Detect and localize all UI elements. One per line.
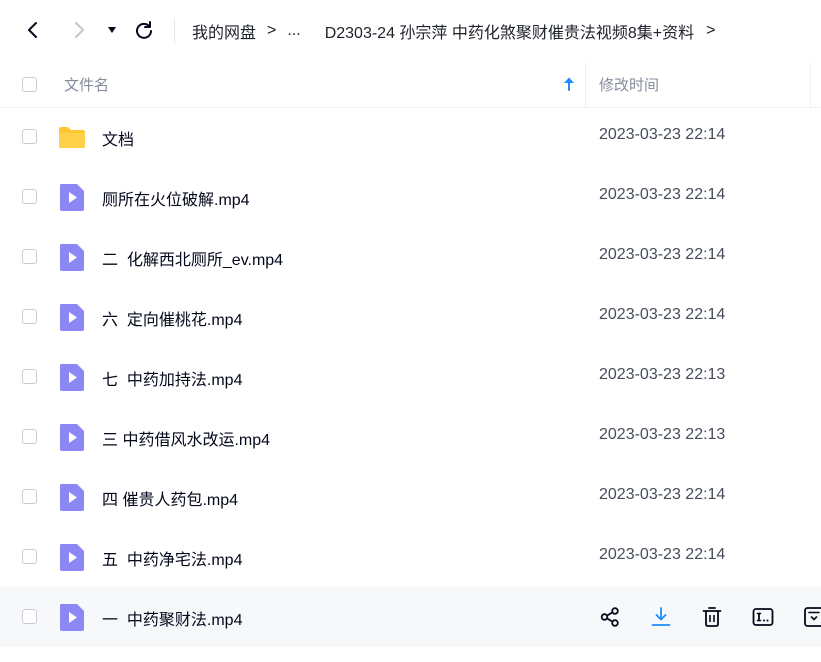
row-checkbox[interactable]	[22, 129, 37, 144]
file-name[interactable]: 厕所在火位破解.mp4	[102, 186, 250, 210]
file-modified-time: 2023-03-23 22:13	[599, 426, 726, 443]
row-checkbox[interactable]	[22, 369, 37, 384]
breadcrumb-current[interactable]: D2303-24 孙宗萍 中药化煞聚财催贵法视频8集+资料	[325, 19, 694, 43]
list-item[interactable]: 五 中药净宅法.mp4 2023-03-23 22:14	[0, 527, 821, 587]
column-resizer[interactable]	[585, 62, 586, 107]
more-button[interactable]	[802, 605, 821, 629]
file-modified-time: 2023-03-23 22:13	[599, 366, 726, 383]
refresh-icon	[136, 21, 152, 39]
row-checkbox[interactable]	[22, 429, 37, 444]
list-item[interactable]: 六 定向催桃花.mp4 2023-03-23 22:14	[0, 287, 821, 347]
breadcrumb-separator: >	[706, 22, 716, 39]
file-list-header: 文件名 修改时间	[0, 62, 821, 108]
video-file-icon	[60, 544, 84, 571]
download-button[interactable]	[649, 605, 673, 629]
refresh-button[interactable]	[131, 17, 157, 43]
file-name[interactable]: 二 化解西北厕所_ev.mp4	[102, 246, 283, 270]
list-item[interactable]: 二 化解西北厕所_ev.mp4 2023-03-23 22:14	[0, 227, 821, 287]
row-checkbox[interactable]	[22, 309, 37, 324]
caret-down-icon	[108, 27, 116, 33]
share-button[interactable]	[598, 605, 622, 629]
folder-icon	[59, 127, 85, 148]
share-icon	[600, 607, 619, 627]
row-checkbox[interactable]	[22, 189, 37, 204]
toolbar-divider	[174, 19, 175, 43]
delete-icon	[702, 607, 722, 627]
list-item[interactable]: 四 催贵人药包.mp4 2023-03-23 22:14	[0, 467, 821, 527]
select-all-checkbox[interactable]	[22, 77, 37, 92]
chevron-left-icon	[28, 22, 37, 38]
list-item[interactable]: 三 中药借风水改运.mp4 2023-03-23 22:13	[0, 407, 821, 467]
file-name[interactable]: 四 催贵人药包.mp4	[102, 486, 238, 510]
breadcrumb: 我的网盘 > ... > D2303-24 孙宗萍 中药化煞聚财催贵法视频8集+…	[192, 18, 726, 44]
delete-button[interactable]	[700, 605, 724, 629]
list-item[interactable]: 厕所在火位破解.mp4 2023-03-23 22:14	[0, 167, 821, 227]
file-modified-time: 2023-03-23 22:14	[599, 126, 726, 143]
file-modified-time: 2023-03-23 22:14	[599, 186, 726, 203]
chevron-right-icon	[75, 22, 84, 38]
list-item[interactable]: 七 中药加持法.mp4 2023-03-23 22:13	[0, 347, 821, 407]
forward-button[interactable]	[66, 17, 92, 43]
column-resizer[interactable]	[810, 62, 811, 107]
more-file-icon	[804, 607, 821, 627]
file-name[interactable]: 文档	[102, 126, 134, 150]
file-name[interactable]: 三 中药借风水改运.mp4	[102, 426, 270, 450]
row-checkbox[interactable]	[22, 489, 37, 504]
history-dropdown-button[interactable]	[101, 17, 123, 43]
download-icon	[651, 607, 671, 626]
breadcrumb-root[interactable]: 我的网盘	[192, 19, 256, 43]
file-name[interactable]: 一 中药聚财法.mp4	[102, 606, 242, 630]
row-checkbox[interactable]	[22, 249, 37, 264]
navigation-bar: 我的网盘 > ... > D2303-24 孙宗萍 中药化煞聚财催贵法视频8集+…	[0, 0, 821, 62]
row-checkbox[interactable]	[22, 609, 37, 624]
file-modified-time: 2023-03-23 22:14	[599, 306, 726, 323]
file-modified-time: 2023-03-23 22:14	[599, 246, 726, 263]
file-modified-time: 2023-03-23 22:14	[599, 546, 726, 563]
breadcrumb-separator: >	[267, 22, 277, 39]
list-item[interactable]: 文档 2023-03-23 22:14	[0, 107, 821, 167]
column-header-modified[interactable]: 修改时间	[599, 74, 659, 95]
video-file-icon	[60, 484, 84, 511]
file-modified-time: 2023-03-23 22:14	[599, 486, 726, 503]
row-checkbox[interactable]	[22, 549, 37, 564]
rename-icon	[752, 608, 774, 626]
list-item-hovered[interactable]: 一 中药聚财法.mp4	[0, 587, 821, 647]
file-name[interactable]: 七 中药加持法.mp4	[102, 366, 242, 390]
video-file-icon	[60, 244, 84, 271]
video-file-icon	[60, 184, 84, 211]
column-header-name[interactable]: 文件名	[64, 74, 109, 95]
video-file-icon	[60, 364, 84, 391]
rename-button[interactable]	[751, 605, 775, 629]
breadcrumb-ellipsis[interactable]: ...	[287, 22, 300, 40]
back-button[interactable]	[20, 17, 46, 43]
video-file-icon	[60, 424, 84, 451]
file-name[interactable]: 六 定向催桃花.mp4	[102, 306, 242, 330]
arrow-up-icon[interactable]	[562, 76, 576, 92]
video-file-icon	[60, 304, 84, 331]
video-file-icon	[60, 604, 84, 631]
file-name[interactable]: 五 中药净宅法.mp4	[102, 546, 242, 570]
